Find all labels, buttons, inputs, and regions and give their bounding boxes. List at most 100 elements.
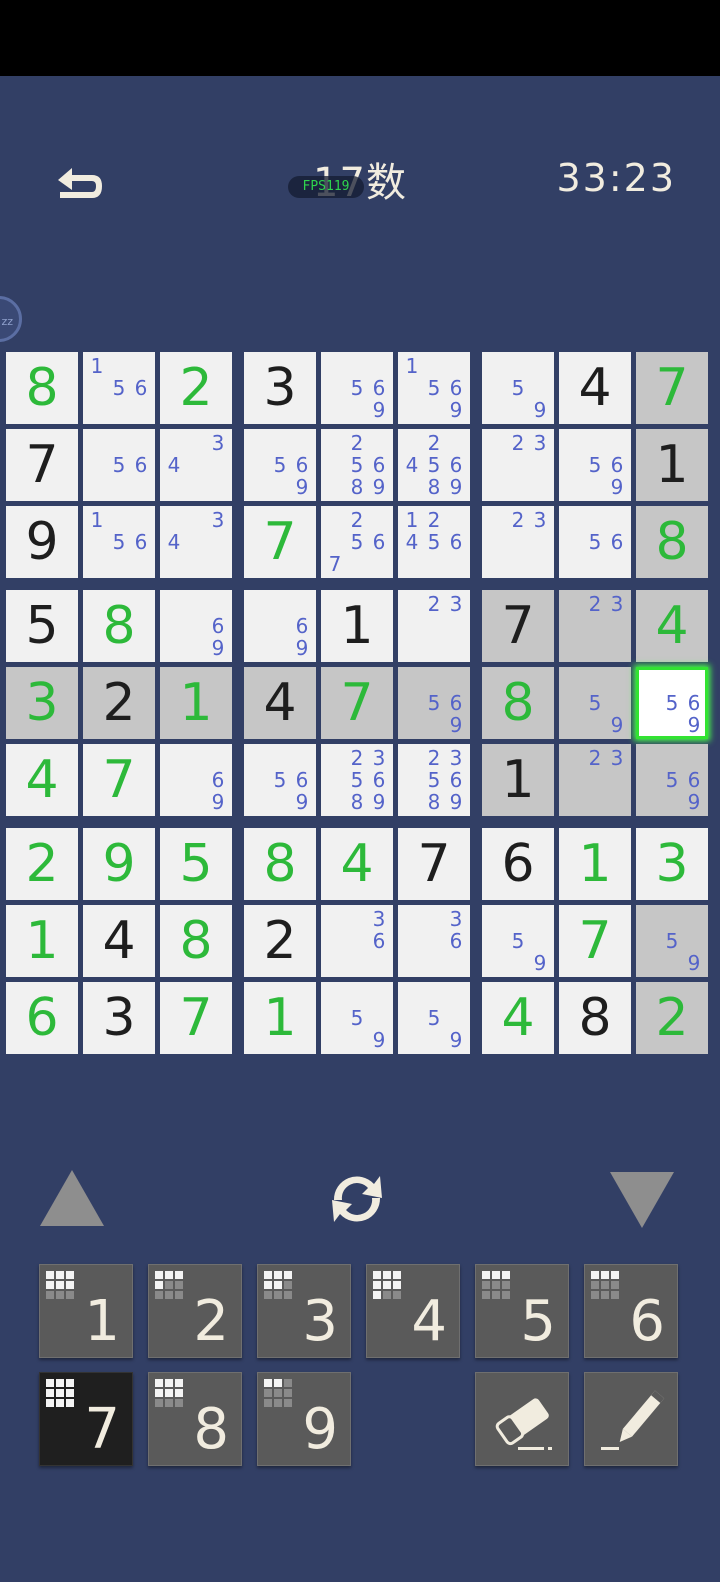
- cell-r4-c8[interactable]: 23: [559, 590, 631, 662]
- cell-r1-c4[interactable]: 3: [244, 352, 316, 424]
- cell-r1-c1[interactable]: 8: [6, 352, 78, 424]
- cell-r6-c8[interactable]: 23: [559, 744, 631, 816]
- cell-r2-c6[interactable]: 245689: [398, 429, 470, 501]
- cell-r1-c8[interactable]: 4: [559, 352, 631, 424]
- cell-r8-c8[interactable]: 7: [559, 905, 631, 977]
- cell-r7-c4[interactable]: 8: [244, 828, 316, 900]
- cell-r8-c2[interactable]: 4: [83, 905, 155, 977]
- cell-r5-c3[interactable]: 1: [160, 667, 232, 739]
- number-key-6[interactable]: 6: [584, 1264, 678, 1358]
- cell-r4-c2[interactable]: 8: [83, 590, 155, 662]
- cell-r4-c9[interactable]: 4: [636, 590, 708, 662]
- number-key-4[interactable]: 4: [366, 1264, 460, 1358]
- cell-r1-c3[interactable]: 2: [160, 352, 232, 424]
- cell-r3-c9[interactable]: 8: [636, 506, 708, 578]
- cell-r3-c7[interactable]: 23: [482, 506, 554, 578]
- cell-r8-c6[interactable]: 36: [398, 905, 470, 977]
- cell-r5-c8[interactable]: 59: [559, 667, 631, 739]
- cell-r7-c5[interactable]: 4: [321, 828, 393, 900]
- cell-r7-c1[interactable]: 2: [6, 828, 78, 900]
- pencil-mark: 9: [449, 1028, 463, 1052]
- cell-r7-c2[interactable]: 9: [83, 828, 155, 900]
- cell-r5-c2[interactable]: 2: [83, 667, 155, 739]
- cell-r3-c3[interactable]: 34: [160, 506, 232, 578]
- cell-r9-c8[interactable]: 8: [559, 982, 631, 1054]
- cell-r8-c5[interactable]: 36: [321, 905, 393, 977]
- eraser-button[interactable]: [475, 1372, 569, 1466]
- cell-r1-c5[interactable]: 569: [321, 352, 393, 424]
- cell-r3-c8[interactable]: 56: [559, 506, 631, 578]
- cell-r1-c7[interactable]: 59: [482, 352, 554, 424]
- cell-r7-c9[interactable]: 3: [636, 828, 708, 900]
- cell-r3-c2[interactable]: 156: [83, 506, 155, 578]
- number-key-2[interactable]: 2: [148, 1264, 242, 1358]
- cell-r1-c2[interactable]: 156: [83, 352, 155, 424]
- cell-r9-c6[interactable]: 59: [398, 982, 470, 1054]
- cell-r2-c5[interactable]: 25689: [321, 429, 393, 501]
- cell-r4-c6[interactable]: 23: [398, 590, 470, 662]
- cell-r7-c7[interactable]: 6: [482, 828, 554, 900]
- cell-r5-c7[interactable]: 8: [482, 667, 554, 739]
- cell-r4-c7[interactable]: 7: [482, 590, 554, 662]
- cell-r3-c6[interactable]: 12456: [398, 506, 470, 578]
- cell-r4-c3[interactable]: 69: [160, 590, 232, 662]
- cell-r4-c4[interactable]: 69: [244, 590, 316, 662]
- cell-r1-c6[interactable]: 1569: [398, 352, 470, 424]
- pencil-button[interactable]: [584, 1372, 678, 1466]
- number-key-8[interactable]: 8: [148, 1372, 242, 1466]
- cell-r2-c7[interactable]: 23: [482, 429, 554, 501]
- cell-r3-c5[interactable]: 256 7: [321, 506, 393, 578]
- pencil-mark: 8: [427, 475, 441, 499]
- number-key-5[interactable]: 5: [475, 1264, 569, 1358]
- cell-r6-c6[interactable]: 235689: [398, 744, 470, 816]
- cell-r2-c9[interactable]: 1: [636, 429, 708, 501]
- cell-r9-c1[interactable]: 6: [6, 982, 78, 1054]
- number-key-3[interactable]: 3: [257, 1264, 351, 1358]
- rotate-icon[interactable]: [322, 1166, 392, 1232]
- cell-r9-c2[interactable]: 3: [83, 982, 155, 1054]
- cell-r9-c5[interactable]: 59: [321, 982, 393, 1054]
- cell-r1-c9[interactable]: 7: [636, 352, 708, 424]
- cell-r8-c7[interactable]: 59: [482, 905, 554, 977]
- cell-r3-c1[interactable]: 9: [6, 506, 78, 578]
- cell-r9-c3[interactable]: 7: [160, 982, 232, 1054]
- cell-r8-c9[interactable]: 59: [636, 905, 708, 977]
- cell-r5-c1[interactable]: 3: [6, 667, 78, 739]
- number-key-7[interactable]: 7: [39, 1372, 133, 1466]
- cell-r8-c1[interactable]: 1: [6, 905, 78, 977]
- cell-r4-c5[interactable]: 1: [321, 590, 393, 662]
- cell-r2-c4[interactable]: 569: [244, 429, 316, 501]
- cell-r6-c3[interactable]: 69: [160, 744, 232, 816]
- cell-r2-c8[interactable]: 569: [559, 429, 631, 501]
- cell-r2-c3[interactable]: 34: [160, 429, 232, 501]
- triangle-up-icon[interactable]: [40, 1170, 104, 1226]
- cell-r6-c9[interactable]: 569: [636, 744, 708, 816]
- cell-r5-c5[interactable]: 7: [321, 667, 393, 739]
- cell-r6-c5[interactable]: 235689: [321, 744, 393, 816]
- cell-r5-c6[interactable]: 569: [398, 667, 470, 739]
- cell-r4-c1[interactable]: 5: [6, 590, 78, 662]
- cell-r6-c4[interactable]: 569: [244, 744, 316, 816]
- cell-r9-c9[interactable]: 2: [636, 982, 708, 1054]
- cell-r9-c7[interactable]: 4: [482, 982, 554, 1054]
- cell-r5-c9[interactable]: 569: [636, 667, 708, 739]
- cell-r6-c7[interactable]: 1: [482, 744, 554, 816]
- cell-r5-c4[interactable]: 4: [244, 667, 316, 739]
- triangle-down-icon[interactable]: [610, 1172, 674, 1228]
- number-key-9[interactable]: 9: [257, 1372, 351, 1466]
- cell-r8-c3[interactable]: 8: [160, 905, 232, 977]
- cell-r6-c1[interactable]: 4: [6, 744, 78, 816]
- sleep-button[interactable]: zz: [0, 296, 22, 342]
- cell-r6-c2[interactable]: 7: [83, 744, 155, 816]
- cell-r8-c4[interactable]: 2: [244, 905, 316, 977]
- cell-r7-c6[interactable]: 7: [398, 828, 470, 900]
- cell-r2-c1[interactable]: 7: [6, 429, 78, 501]
- cell-r9-c4[interactable]: 1: [244, 982, 316, 1054]
- cell-r7-c8[interactable]: 1: [559, 828, 631, 900]
- cell-r7-c3[interactable]: 5: [160, 828, 232, 900]
- cell-r3-c4[interactable]: 7: [244, 506, 316, 578]
- cell-r2-c2[interactable]: 56: [83, 429, 155, 501]
- pencil-mark: 1: [405, 508, 419, 532]
- number-key-1[interactable]: 1: [39, 1264, 133, 1358]
- pencil-mark: 4: [167, 453, 181, 477]
